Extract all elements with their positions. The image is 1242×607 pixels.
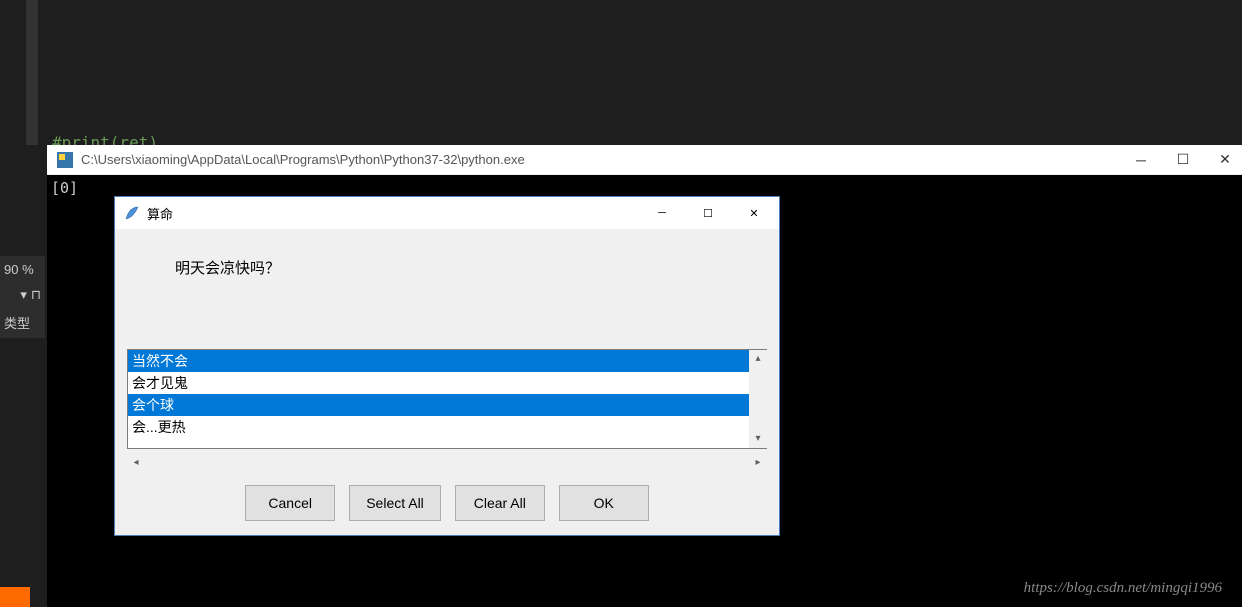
close-button[interactable]: ✕ — [1218, 151, 1232, 168]
scroll-right-icon[interactable]: ▸ — [749, 457, 767, 468]
horizontal-scrollbar[interactable]: ◂ ▸ — [127, 453, 767, 471]
side-panel: 90 % ▾ ⊓ 类型 — [0, 256, 45, 338]
dialog-title: 算命 — [147, 204, 639, 223]
multichoice-dialog: 算命 ─ ☐ ✕ 明天会凉快吗？ 当然不会会才见鬼会个球会...更热 ▴ ▾ ◂… — [114, 196, 780, 536]
dialog-button-row: Cancel Select All Clear All OK — [115, 485, 779, 521]
code-editor: #print(ret) import easygui as a ret=a.mu… — [0, 0, 1242, 145]
select-all-button[interactable]: Select All — [349, 485, 441, 521]
scroll-up-icon[interactable]: ▴ — [755, 350, 760, 368]
dialog-minimize-button[interactable]: ─ — [639, 198, 685, 228]
console-output: [0] — [51, 179, 78, 197]
dialog-window-controls: ─ ☐ ✕ — [639, 198, 777, 228]
code-line-0[interactable] — [52, 52, 1242, 78]
editor-gutter — [26, 0, 38, 145]
maximize-button[interactable]: ☐ — [1176, 151, 1190, 168]
list-item[interactable]: 会才见鬼 — [128, 372, 766, 394]
dialog-titlebar[interactable]: 算命 ─ ☐ ✕ — [115, 197, 779, 229]
minimize-button[interactable]: ─ — [1134, 152, 1148, 168]
clear-all-button[interactable]: Clear All — [455, 485, 545, 521]
watermark-text: https://blog.csdn.net/mingqi1996 — [1024, 580, 1222, 597]
scroll-down-icon[interactable]: ▾ — [755, 430, 760, 448]
console-title: C:\Users\xiaoming\AppData\Local\Programs… — [81, 152, 1134, 167]
dialog-maximize-button[interactable]: ☐ — [685, 198, 731, 228]
console-window-controls: ─ ☐ ✕ — [1134, 151, 1232, 168]
list-item[interactable]: 当然不会 — [128, 350, 766, 372]
chevron-down-icon[interactable]: ▾ — [20, 287, 27, 303]
choices-listbox[interactable]: 当然不会会才见鬼会个球会...更热 — [127, 349, 767, 449]
listbox-container: 当然不会会才见鬼会个球会...更热 ▴ ▾ — [127, 349, 767, 449]
panel-pin-row: ▾ ⊓ — [4, 287, 41, 303]
orange-tab-marker[interactable] — [0, 587, 30, 607]
type-label: 类型 — [4, 313, 41, 332]
vertical-scrollbar[interactable]: ▴ ▾ — [749, 350, 767, 448]
python-exe-icon — [57, 152, 73, 168]
scroll-left-icon[interactable]: ◂ — [127, 457, 145, 468]
dialog-close-button[interactable]: ✕ — [731, 198, 777, 228]
dialog-message: 明天会凉快吗？ — [115, 229, 779, 349]
zoom-indicator[interactable]: 90 % — [4, 262, 41, 277]
cancel-button[interactable]: Cancel — [245, 485, 335, 521]
list-item[interactable]: 会个球 — [128, 394, 766, 416]
tk-feather-icon — [123, 204, 141, 222]
console-titlebar[interactable]: C:\Users\xiaoming\AppData\Local\Programs… — [47, 145, 1242, 175]
list-item[interactable]: 会...更热 — [128, 416, 766, 438]
pin-icon[interactable]: ⊓ — [31, 287, 41, 303]
ok-button[interactable]: OK — [559, 485, 649, 521]
